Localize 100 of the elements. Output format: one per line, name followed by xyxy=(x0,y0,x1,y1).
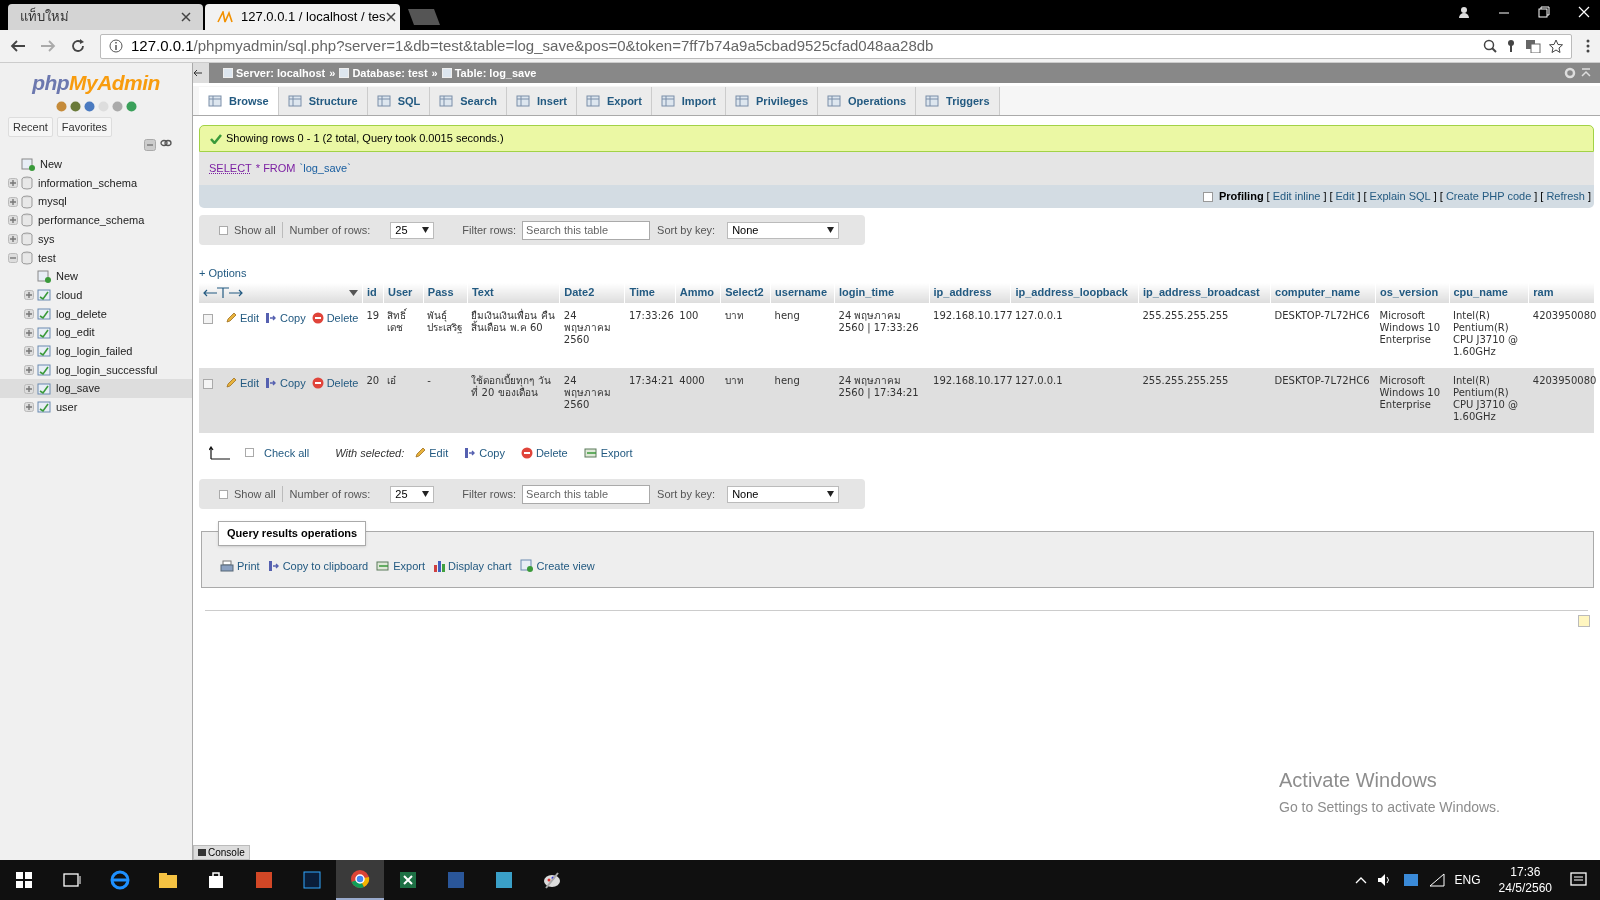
action-button[interactable]: Copy xyxy=(464,444,505,461)
tree-item[interactable]: cloud xyxy=(0,285,192,305)
sidebar-button[interactable]: Favorites xyxy=(56,116,113,137)
console-button[interactable]: Console xyxy=(193,845,250,860)
action-link[interactable]: Export xyxy=(376,558,426,575)
browser-tab[interactable]: 127.0.0.1 / localhost / tes xyxy=(205,4,400,30)
action-link[interactable]: Refresh xyxy=(1546,188,1585,205)
tree-item[interactable]: New xyxy=(0,267,192,286)
checkbox[interactable] xyxy=(203,314,213,325)
filter-field[interactable]: Search this table xyxy=(522,220,651,240)
column-header[interactable]: cpu_name xyxy=(1449,282,1529,303)
sort-dropdown[interactable]: None xyxy=(727,221,840,239)
column-header[interactable]: Pass xyxy=(423,282,468,303)
app-tile-icon[interactable] xyxy=(494,870,514,890)
rows-dropdown[interactable]: 25 xyxy=(390,485,435,503)
nav-tab[interactable]: SQL xyxy=(367,87,431,115)
tree-item[interactable]: log_login_failed xyxy=(0,341,192,361)
column-header[interactable]: Date2 xyxy=(559,282,625,303)
table-cell: พันธุ์ประเสริฐ xyxy=(423,302,468,368)
tree-item[interactable]: mysql xyxy=(0,192,192,212)
paint-palette-icon[interactable] xyxy=(542,870,562,890)
column-header[interactable]: Time xyxy=(624,282,676,303)
action-link[interactable]: Explain SQL xyxy=(1369,188,1431,205)
action-link[interactable]: Create view xyxy=(519,558,595,575)
checkbox[interactable] xyxy=(1203,191,1213,202)
browser-tab[interactable]: แท็บใหม่ xyxy=(8,4,203,30)
wifi-icon xyxy=(1428,873,1445,887)
nav-tab[interactable]: Structure xyxy=(278,87,368,115)
column-header[interactable]: computer_name xyxy=(1270,282,1376,303)
breadcrumb-link[interactable]: Database: test xyxy=(352,64,428,82)
tree-item[interactable]: user xyxy=(0,397,192,417)
nav-tab[interactable]: Export xyxy=(576,87,652,115)
check-all-link[interactable]: Check all xyxy=(264,444,310,461)
nav-tab[interactable]: Operations xyxy=(818,87,917,115)
checkbox[interactable] xyxy=(219,489,228,499)
action-link[interactable]: Edit xyxy=(1335,188,1355,205)
copy-link[interactable]: Copy xyxy=(264,309,306,326)
rows-dropdown[interactable]: 25 xyxy=(390,221,435,239)
browser-e-icon[interactable] xyxy=(110,870,130,890)
column-header[interactable]: login_time xyxy=(834,282,930,303)
column-header[interactable]: Select2 xyxy=(720,282,771,303)
breadcrumb-link[interactable]: Server: localhost xyxy=(236,64,326,82)
column-header[interactable]: Text xyxy=(467,282,560,303)
action-link[interactable]: Create PHP code xyxy=(1445,188,1532,205)
filter-field[interactable]: Search this table xyxy=(522,484,651,504)
column-header[interactable]: ip_address_broadcast xyxy=(1138,282,1271,303)
edit-link[interactable]: Edit xyxy=(225,309,259,326)
sort-dropdown[interactable]: None xyxy=(727,485,840,503)
tree-item[interactable]: log_delete xyxy=(0,304,192,324)
nav-tab[interactable]: Search xyxy=(430,87,507,115)
delete-link[interactable]: Delete xyxy=(311,309,359,326)
column-header[interactable]: id xyxy=(362,282,384,303)
options-link[interactable]: + Options xyxy=(199,265,247,282)
page-icon xyxy=(1578,615,1590,627)
nav-tab[interactable]: Insert xyxy=(507,87,577,115)
column-header[interactable]: User xyxy=(383,282,424,303)
copy-link[interactable]: Copy xyxy=(264,374,306,391)
sidebar-button[interactable]: Recent xyxy=(8,116,53,137)
action-link[interactable]: Print xyxy=(220,558,260,575)
action-link[interactable]: Edit inline xyxy=(1272,188,1321,205)
column-header[interactable]: ip_address xyxy=(929,282,1011,303)
tree-item[interactable]: performance_schema xyxy=(0,211,192,230)
delete-link[interactable]: Delete xyxy=(311,374,359,391)
action-button[interactable]: Export xyxy=(583,444,633,461)
checkbox[interactable] xyxy=(245,448,254,458)
clock[interactable]: 17:36 24/5/2560 xyxy=(1498,864,1552,896)
nav-tab[interactable]: Triggers xyxy=(916,87,1000,115)
column-header[interactable]: Ammo xyxy=(675,282,721,303)
folder-icon[interactable] xyxy=(158,870,178,890)
column-header[interactable]: ip_address_loopback xyxy=(1010,282,1139,303)
spreadsheet-app-icon[interactable] xyxy=(398,870,418,890)
address-field[interactable]: 127.0.0.1/phpmyadmin/sql.php?server=1&db=test&table=log_save&pos=0&token=7ff7b74a9a5cbad9525cfad048aa28db xyxy=(100,33,1572,59)
action-button[interactable]: Delete xyxy=(520,444,568,461)
breadcrumb-link[interactable]: Table: log_save xyxy=(454,64,537,82)
nav-tab[interactable]: Import xyxy=(651,87,727,115)
activation-title: Activate Windows xyxy=(1279,768,1438,793)
windows-logo-icon[interactable] xyxy=(14,870,34,890)
store-bag-icon[interactable] xyxy=(206,870,226,890)
nav-tab[interactable]: Privileges xyxy=(726,87,818,115)
column-header[interactable]: username xyxy=(770,282,835,303)
action-link[interactable]: Copy to clipboard xyxy=(267,558,369,575)
back-button[interactable] xyxy=(193,63,209,83)
nav-tab[interactable]: Browse xyxy=(199,87,279,115)
action-button[interactable]: Edit xyxy=(414,444,449,461)
tree-item[interactable]: test xyxy=(0,248,192,268)
tree-item[interactable]: sys xyxy=(0,229,192,249)
checkbox[interactable] xyxy=(203,379,213,390)
tree-item[interactable]: log_save xyxy=(0,379,192,398)
tree-item[interactable]: log_login_successful xyxy=(0,360,192,380)
tree-item[interactable]: information_schema xyxy=(0,173,192,193)
edit-link[interactable]: Edit xyxy=(225,374,259,391)
checkbox[interactable] xyxy=(219,225,228,235)
language-indicator[interactable]: ENG xyxy=(1454,871,1481,889)
action-link[interactable]: Display chart xyxy=(433,558,512,575)
tree-item[interactable]: log_edit xyxy=(0,323,192,342)
chrome-icon[interactable] xyxy=(350,869,370,889)
task-view-icon[interactable] xyxy=(62,870,82,890)
column-header[interactable]: os_version xyxy=(1375,282,1449,303)
column-header[interactable]: ram xyxy=(1528,282,1594,303)
tree-item[interactable]: New xyxy=(0,155,192,174)
